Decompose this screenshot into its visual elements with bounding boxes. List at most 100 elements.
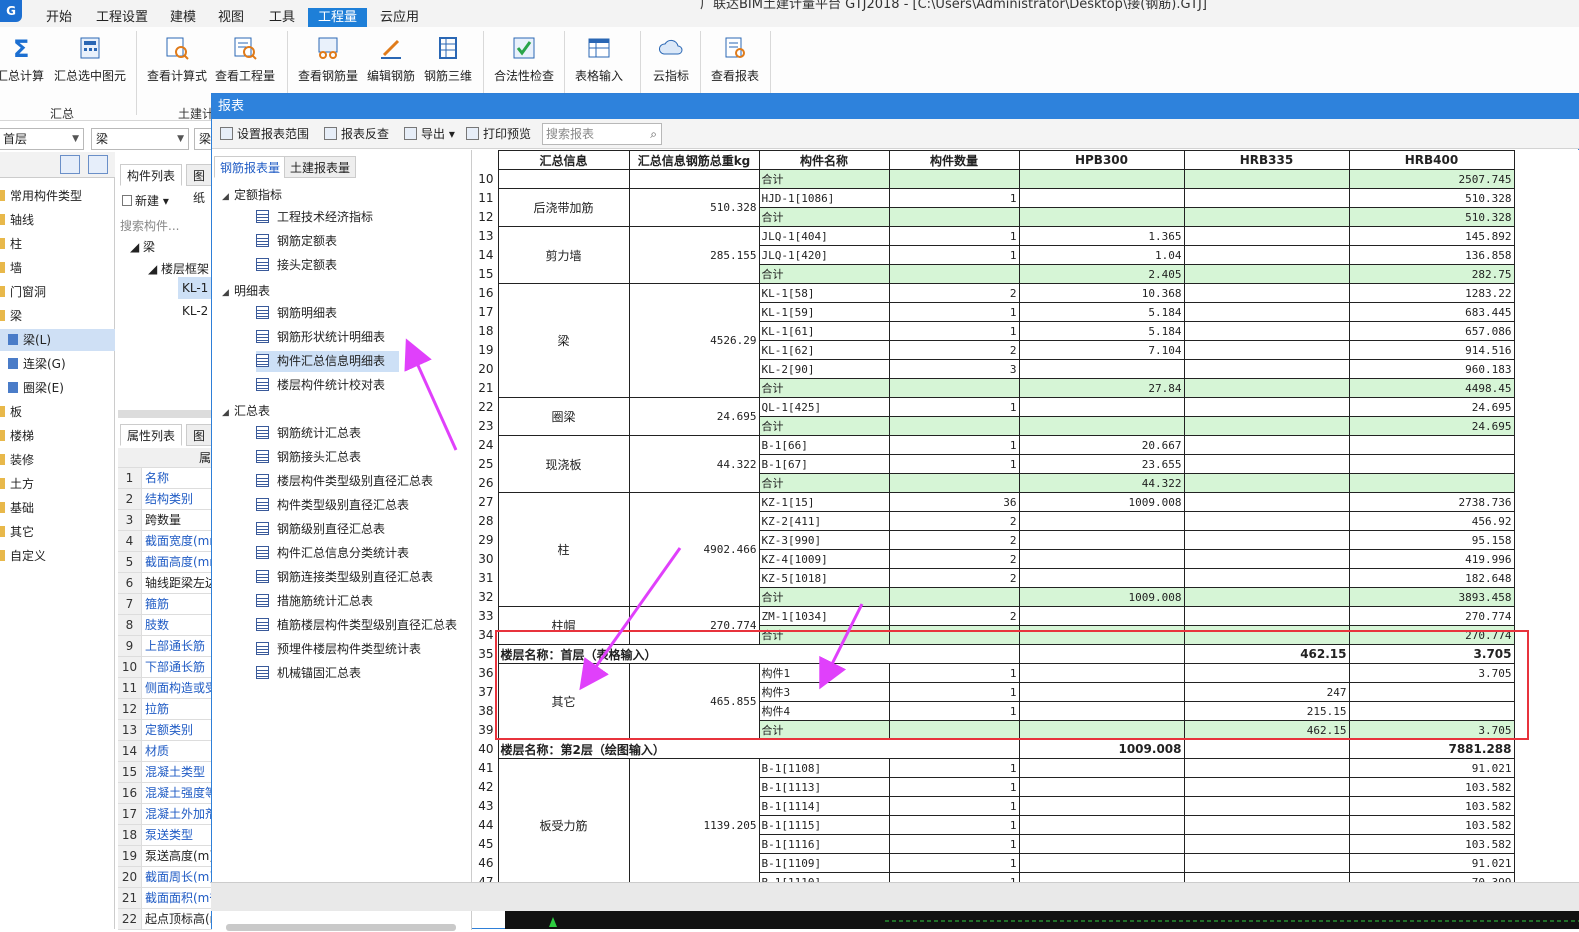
report-item[interactable]: 构件汇总信息分类统计表 — [256, 543, 423, 564]
report-item[interactable]: 钢筋定额表 — [256, 231, 351, 252]
report-item[interactable]: 植筋楼层构件类型级别直径汇总表 — [256, 615, 471, 636]
table-row[interactable]: 27 柱 4902.466 KZ-1[15] 36 1009.008 2738.736 — [473, 492, 1515, 607]
report-group[interactable]: ◢ 明细表 — [222, 282, 270, 299]
rebar-3d-button[interactable]: 钢筋三维 — [421, 33, 475, 89]
menu-tab-project-settings[interactable]: 工程设置 — [86, 8, 158, 27]
tree-node-beam[interactable]: ◢ 梁 — [130, 238, 155, 255]
report-item[interactable]: 构件汇总信息明细表 — [256, 351, 400, 372]
property-row[interactable]: 2 结构类别 — [118, 489, 213, 510]
report-item[interactable]: 预埋件楼层构件类型统计表 — [256, 639, 435, 660]
component-search-input[interactable]: 搜索构件... — [120, 216, 210, 236]
sidebar-item-11[interactable]: 装修 — [0, 449, 115, 471]
tab-rebar-reports[interactable]: 钢筋报表量 — [214, 156, 287, 178]
report-reverse-lookup-button[interactable]: 报表反查 — [324, 125, 389, 143]
export-button[interactable]: 导出 ▾ — [404, 125, 455, 143]
table-row[interactable]: 22 圈梁 24.695 QL-1[425] 1 24.695 — [473, 397, 1515, 436]
tree-node-frame-beam[interactable]: ◢ 楼层框架 — [148, 260, 209, 277]
report-item[interactable]: 楼层构件统计校对表 — [256, 375, 399, 396]
property-row[interactable]: 7 箍筋 — [118, 594, 213, 615]
new-component-button[interactable]: 新建 ▾ — [122, 192, 169, 209]
report-item[interactable]: 钢筋明细表 — [256, 303, 351, 324]
sidebar-item-5[interactable]: 梁 — [0, 305, 115, 327]
table-row[interactable]: 40 楼层名称：第2层（绘图输入） 1009.008 7881.288 — [473, 739, 1515, 759]
expand-icon[interactable]: ◢ — [222, 288, 234, 298]
component-item-kl1[interactable]: KL-1 — [178, 277, 213, 299]
property-row[interactable]: 15 混凝土类型 — [118, 762, 213, 783]
set-report-range-button[interactable]: 设置报表范围 — [220, 125, 309, 143]
report-item[interactable]: 构件类型级别直径汇总表 — [256, 495, 423, 516]
summary-calc-button[interactable]: Σ 汇总计算 — [0, 33, 46, 89]
table-row[interactable]: 33 柱帽 270.774 ZM-1[1034] 2 270.774 — [473, 606, 1515, 645]
table-row[interactable]: 16 梁 4526.29 KL-1[58] 2 10.368 1283.22 — [473, 283, 1515, 398]
report-group[interactable]: ◢ 定额指标 — [222, 186, 282, 203]
sidebar-item-2[interactable]: 柱 — [0, 233, 115, 255]
report-item[interactable]: 工程技术经济指标 — [256, 207, 387, 228]
property-row[interactable]: 22起点顶标高(m) — [118, 909, 213, 930]
property-row[interactable]: 17 混凝土外加剂 — [118, 804, 213, 825]
tab-civil-reports[interactable]: 土建报表量 — [284, 156, 357, 178]
property-row[interactable]: 13 定额类别 — [118, 720, 213, 741]
report-item[interactable]: 接头定额表 — [256, 255, 351, 276]
print-preview-button[interactable]: 打印预览 — [466, 125, 531, 143]
table-row[interactable]: 41 板受力筋 1139.205 B-1[1108] 1 91.021 — [473, 758, 1515, 883]
drawing-canvas[interactable] — [505, 911, 1579, 929]
menu-tab-view[interactable]: 视图 — [208, 8, 254, 27]
table-row[interactable]: 36 其它 465.855 构件1 1 3.705 — [473, 663, 1515, 740]
property-row[interactable]: 8 肢数 — [118, 615, 213, 636]
report-group[interactable]: ◢ 汇总表 — [222, 402, 270, 419]
report-item[interactable]: 钢筋级别直径汇总表 — [256, 519, 399, 540]
cloud-index-button[interactable]: 云指标 — [648, 33, 694, 89]
tab-layer[interactable]: 图层 — [186, 424, 213, 465]
menu-tab-quantities[interactable]: 工程量 — [308, 8, 368, 27]
report-item[interactable]: 钢筋统计汇总表 — [256, 423, 375, 444]
view-formula-button[interactable]: 查看计算式 — [144, 33, 210, 89]
property-row[interactable]: 11 侧面构造或受 — [118, 678, 213, 699]
table-input-button[interactable]: 表格输入 — [570, 33, 628, 89]
property-row[interactable]: 18 泵送类型 — [118, 825, 213, 846]
sidebar-item-7[interactable]: 连梁(G) — [0, 353, 115, 375]
component-item-kl2[interactable]: KL-2 — [178, 300, 208, 322]
property-row[interactable]: 9 上部通长筋 — [118, 636, 213, 657]
summary-selected-button[interactable]: 汇总选中图元 — [52, 33, 128, 89]
property-row[interactable]: 5截面高度(mm) — [118, 552, 213, 573]
horizontal-scrollbar[interactable] — [226, 924, 456, 931]
property-row[interactable]: 19 泵送高度(m) — [118, 846, 213, 867]
table-row[interactable]: 13 剪力墙 285.155 JLQ-1[404] 1 1.365 145.892 — [473, 226, 1515, 284]
view-report-button[interactable]: 查看报表 — [706, 33, 764, 89]
list-view-icon[interactable] — [60, 155, 80, 174]
report-item[interactable]: 钢筋形状统计明细表 — [256, 327, 399, 348]
report-item[interactable]: 措施筋统计汇总表 — [256, 591, 387, 612]
property-row[interactable]: 12 拉筋 — [118, 699, 213, 720]
menu-tab-modeling[interactable]: 建模 — [160, 8, 206, 27]
validity-check-button[interactable]: 合法性检查 — [490, 33, 558, 89]
report-item[interactable]: 钢筋接头汇总表 — [256, 447, 375, 468]
report-item[interactable]: 机械锚固汇总表 — [256, 663, 375, 684]
view-rebar-button[interactable]: 查看钢筋量 — [295, 33, 361, 89]
view-quantity-button[interactable]: 查看工程量 — [212, 33, 278, 89]
property-row[interactable]: 21 截面面积(m²) — [118, 888, 213, 909]
property-row[interactable]: 3 跨数量 — [118, 510, 213, 531]
table-row[interactable]: 35 楼层名称：首层（表格输入） 462.15 3.705 — [473, 644, 1515, 664]
sidebar-item-13[interactable]: 基础 — [0, 497, 115, 519]
menu-tab-tools[interactable]: 工具 — [259, 8, 305, 27]
property-row[interactable]: 16 混凝土强度等 — [118, 783, 213, 804]
sidebar-item-1[interactable]: 轴线 — [0, 209, 115, 231]
sidebar-item-10[interactable]: 楼梯 — [0, 425, 115, 447]
tab-property-list[interactable]: 属性列表 — [120, 424, 183, 446]
table-row[interactable]: 11 后浇带加筋 510.328 HJD-1[1086] 1 510.328 — [473, 188, 1515, 227]
report-search-input[interactable]: 搜索报表 ⌕ — [542, 123, 662, 145]
report-item[interactable]: 楼层构件类型级别直径汇总表 — [256, 471, 447, 492]
property-row[interactable]: 14 材质 — [118, 741, 213, 762]
sidebar-item-4[interactable]: 门窗洞 — [0, 281, 115, 303]
floor-select[interactable]: 首层 ▼ — [0, 128, 84, 150]
expand-icon[interactable]: ◢ — [222, 192, 234, 202]
property-row[interactable]: 20 截面周长(m) — [118, 867, 213, 888]
sidebar-item-0[interactable]: 常用构件类型 — [0, 185, 115, 207]
type-select[interactable]: 梁 ▼ — [91, 128, 189, 150]
table-row[interactable]: 10 合计 2507.745 — [473, 169, 1515, 189]
sidebar-item-6[interactable]: 梁(L) — [0, 329, 115, 351]
property-row[interactable]: 4截面宽度(mm) — [118, 531, 213, 552]
edit-rebar-button[interactable]: 编辑钢筋 — [364, 33, 418, 89]
tab-component-list[interactable]: 构件列表 — [120, 164, 183, 186]
expand-icon[interactable]: ◢ — [222, 408, 234, 418]
